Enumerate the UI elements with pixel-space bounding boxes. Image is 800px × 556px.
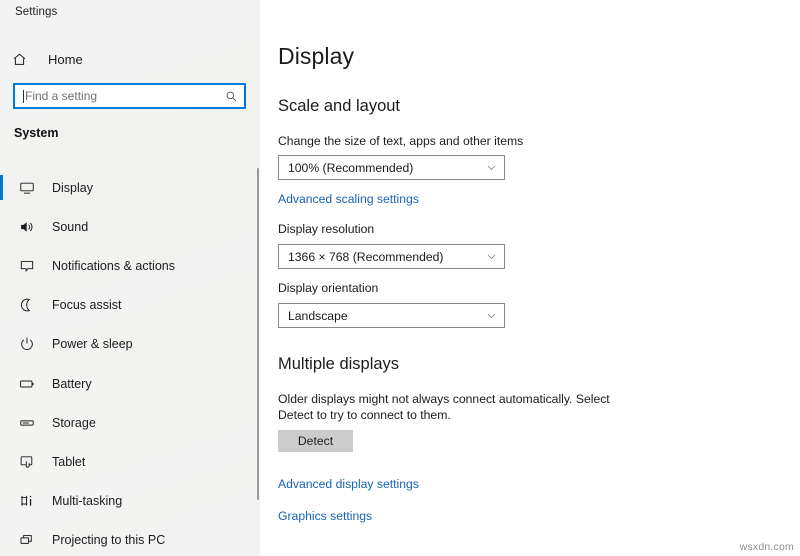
resolution-label: Display resolution	[278, 222, 374, 236]
selection-indicator	[0, 528, 3, 553]
search-input[interactable]	[24, 86, 218, 106]
sidebar-item-tablet[interactable]: Tablet	[0, 442, 260, 481]
sidebar: Settings Home System	[0, 0, 260, 556]
orientation-label: Display orientation	[278, 281, 378, 295]
sidebar-item-home-label: Home	[48, 52, 83, 67]
scale-and-layout-heading: Scale and layout	[278, 97, 400, 116]
storage-icon	[14, 415, 40, 431]
projecting-icon	[14, 532, 40, 548]
monitor-icon	[14, 180, 40, 196]
page-title: Display	[278, 43, 354, 70]
selection-indicator	[0, 489, 3, 514]
selection-indicator	[0, 214, 3, 239]
selection-indicator	[0, 253, 3, 278]
multitasking-icon	[14, 493, 40, 509]
power-icon	[14, 336, 40, 352]
selection-indicator	[0, 332, 3, 357]
search-box[interactable]	[13, 83, 246, 109]
selection-indicator	[0, 371, 3, 396]
sidebar-item-sound-label: Sound	[52, 220, 88, 234]
orientation-dropdown-value: Landscape	[279, 309, 478, 323]
app-title: Settings	[15, 6, 57, 18]
sidebar-item-focus-assist-label: Focus assist	[52, 298, 121, 312]
selection-indicator	[0, 175, 3, 200]
search-icon[interactable]	[218, 90, 244, 103]
sidebar-item-storage[interactable]: Storage	[0, 403, 260, 442]
selection-indicator	[0, 449, 3, 474]
battery-icon	[14, 376, 40, 392]
advanced-display-settings-link[interactable]: Advanced display settings	[278, 477, 419, 491]
sidebar-item-projecting[interactable]: Projecting to this PC	[0, 521, 260, 556]
graphics-settings-link[interactable]: Graphics settings	[278, 509, 372, 523]
scale-dropdown[interactable]: 100% (Recommended)	[278, 155, 505, 180]
sidebar-item-projecting-label: Projecting to this PC	[52, 533, 165, 547]
chevron-down-icon	[478, 251, 504, 262]
sidebar-item-home[interactable]: Home	[0, 45, 260, 73]
chevron-down-icon	[478, 310, 504, 321]
sidebar-item-sound[interactable]: Sound	[0, 207, 260, 246]
resolution-dropdown[interactable]: 1366 × 768 (Recommended)	[278, 244, 505, 269]
sidebar-item-focus-assist[interactable]: Focus assist	[0, 286, 260, 325]
notification-icon	[14, 258, 40, 274]
tablet-icon	[14, 454, 40, 470]
main-content: Display Scale and layout Change the size…	[260, 0, 800, 556]
sidebar-item-notifications-label: Notifications & actions	[52, 259, 175, 273]
sidebar-item-storage-label: Storage	[52, 416, 96, 430]
sidebar-item-display-label: Display	[52, 181, 93, 195]
sidebar-item-multitasking-label: Multi-tasking	[52, 494, 122, 508]
sidebar-item-battery-label: Battery	[52, 377, 92, 391]
sidebar-item-multitasking[interactable]: Multi-tasking	[0, 482, 260, 521]
sidebar-scrollbar[interactable]	[257, 168, 259, 500]
chevron-down-icon	[478, 162, 504, 173]
sidebar-item-power-sleep[interactable]: Power & sleep	[0, 325, 260, 364]
moon-icon	[14, 297, 40, 313]
multiple-displays-description: Older displays might not always connect …	[278, 392, 646, 423]
watermark: wsxdn.com	[740, 541, 794, 553]
sidebar-nav: Display Sound	[0, 168, 260, 556]
selection-indicator	[0, 293, 3, 318]
resolution-dropdown-value: 1366 × 768 (Recommended)	[279, 250, 478, 264]
settings-window: Settings Home System	[0, 0, 800, 556]
speaker-icon	[14, 219, 40, 235]
scale-label: Change the size of text, apps and other …	[278, 134, 523, 148]
home-icon	[12, 52, 42, 67]
orientation-dropdown[interactable]: Landscape	[278, 303, 505, 328]
detect-button[interactable]: Detect	[278, 430, 353, 452]
advanced-scaling-settings-link[interactable]: Advanced scaling settings	[278, 192, 419, 206]
sidebar-item-display[interactable]: Display	[0, 168, 260, 207]
sidebar-item-power-sleep-label: Power & sleep	[52, 337, 133, 351]
sidebar-item-battery[interactable]: Battery	[0, 364, 260, 403]
selection-indicator	[0, 410, 3, 435]
scale-dropdown-value: 100% (Recommended)	[279, 161, 478, 175]
sidebar-item-notifications[interactable]: Notifications & actions	[0, 246, 260, 285]
multiple-displays-heading: Multiple displays	[278, 355, 399, 374]
sidebar-group-title: System	[14, 126, 58, 140]
sidebar-item-tablet-label: Tablet	[52, 455, 85, 469]
